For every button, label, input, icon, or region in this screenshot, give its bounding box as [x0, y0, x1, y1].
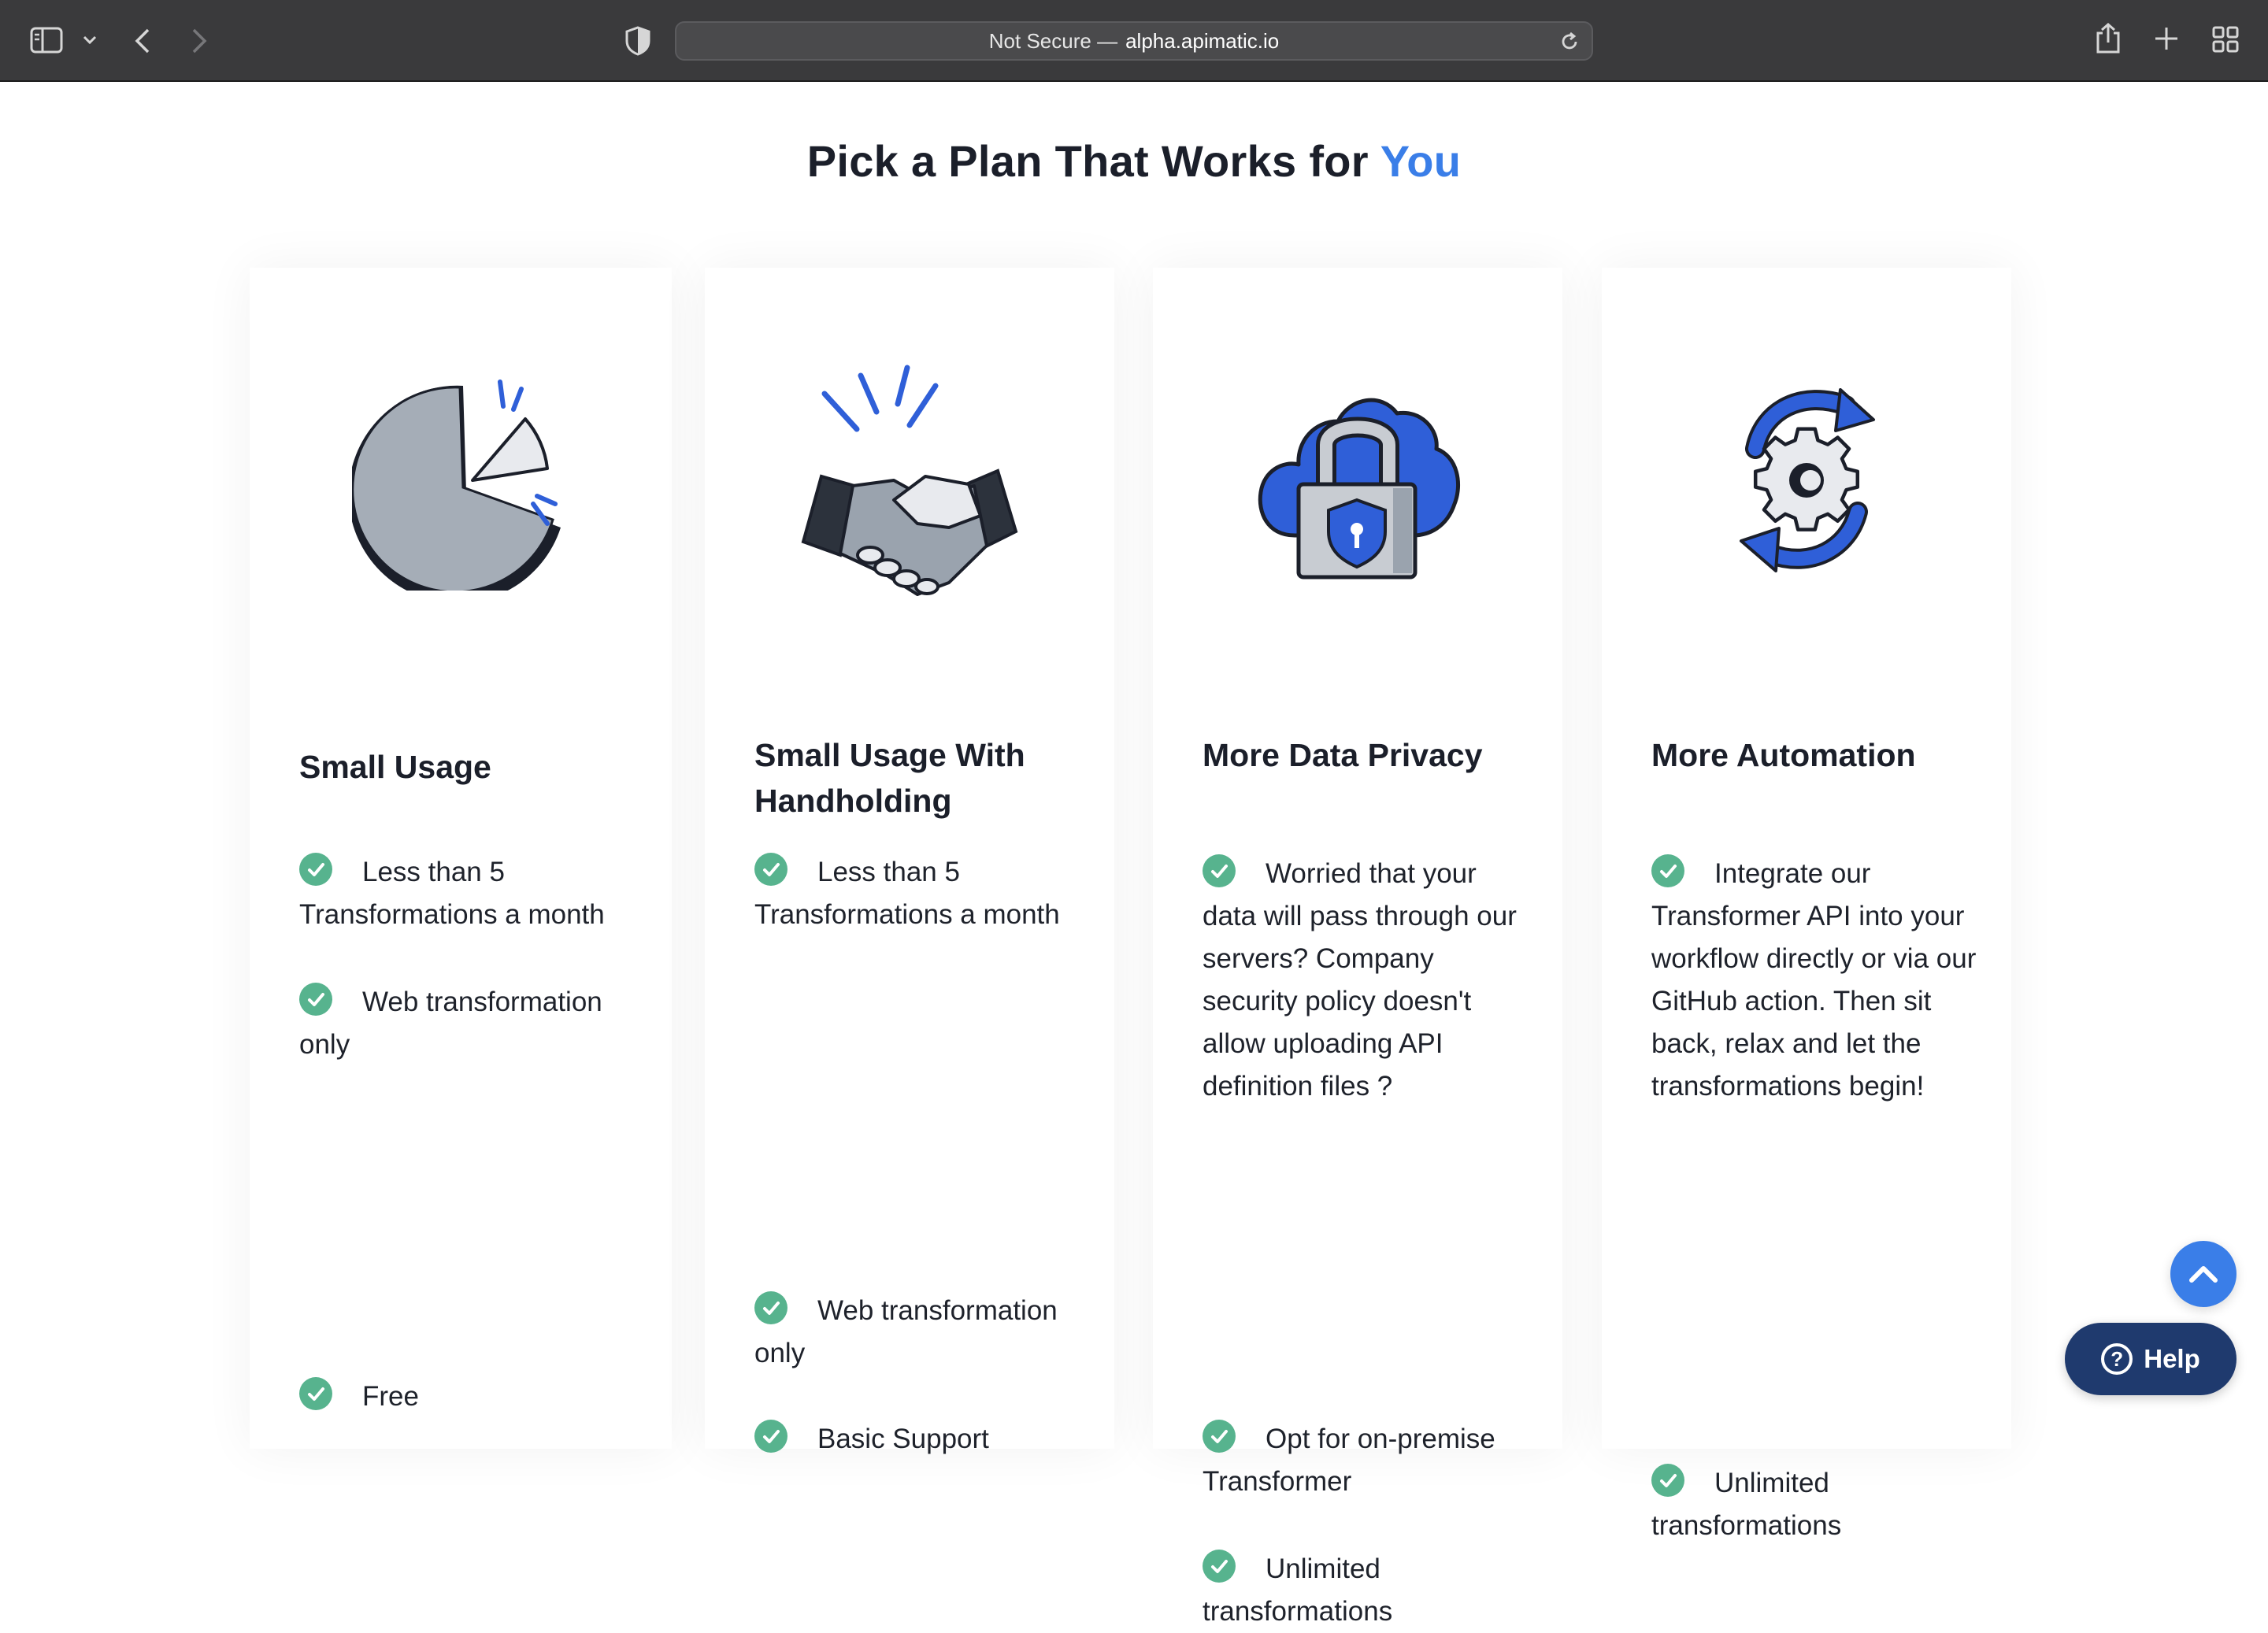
- tab-overview-icon[interactable]: [2211, 25, 2240, 54]
- feature-item: Less than 5 Transformations a month: [299, 851, 646, 936]
- check-icon: [1203, 1420, 1236, 1453]
- back-arrow-icon[interactable]: [132, 27, 153, 55]
- feature-text: Less than 5 Transformations a month: [754, 857, 1060, 930]
- check-icon: [1203, 1550, 1236, 1583]
- pie-chart-icon: [348, 378, 580, 603]
- plan-card-data-privacy: More Data Privacy Worried that your data…: [1153, 268, 1562, 1627]
- sidebar-toggle-icon[interactable]: [30, 26, 63, 54]
- check-icon: [754, 1291, 788, 1324]
- feature-item: Web transformation only: [299, 981, 646, 1066]
- feature-item: Web transformation only: [754, 1290, 1069, 1375]
- feature-text: Worried that your data will pass through…: [1203, 858, 1517, 1102]
- check-icon: [299, 853, 332, 886]
- feature-text: Less than 5 Transformations a month: [299, 857, 605, 930]
- shield-icon[interactable]: [624, 25, 652, 57]
- page-title: Pick a Plan That Works for You: [0, 135, 2268, 187]
- gear-sync-icon: [1708, 374, 1905, 591]
- browser-toolbar: Not Secure — alpha.apimatic.io: [0, 0, 2268, 82]
- page-title-main: Pick a Plan That Works for: [806, 136, 1369, 186]
- feature-item: Basic Support: [754, 1418, 1069, 1461]
- plan-card-automation: More Automation Integrate our Transforme…: [1602, 268, 2011, 1541]
- page-title-accent: You: [1380, 136, 1462, 186]
- feature-text: Free: [362, 1381, 419, 1412]
- plan-card-small-usage: Small Usage Less than 5 Transformations …: [250, 268, 672, 1449]
- address-host: alpha.apimatic.io: [1125, 28, 1280, 53]
- check-icon: [299, 983, 332, 1016]
- plan-heading: More Data Privacy: [1203, 737, 1483, 773]
- reload-icon[interactable]: [1558, 31, 1581, 57]
- feature-text: Basic Support: [817, 1424, 989, 1454]
- feature-item: Unlimited transformations: [1651, 1462, 1966, 1547]
- plan-card-handholding: Small Usage With Handholding Less than 5…: [705, 268, 1114, 1454]
- plan-heading: Small Usage With Handholding: [754, 737, 1025, 819]
- feature-text: Web transformation only: [299, 987, 602, 1060]
- check-icon: [754, 1420, 788, 1453]
- check-icon: [1651, 1464, 1684, 1497]
- plan-heading: More Automation: [1651, 737, 1916, 773]
- check-icon: [754, 853, 788, 886]
- feature-text: Integrate our Transformer API into your …: [1651, 858, 1977, 1102]
- address-bar[interactable]: Not Secure — alpha.apimatic.io: [675, 21, 1593, 61]
- handshake-icon: [791, 358, 1028, 606]
- help-button[interactable]: ? Help: [2065, 1323, 2236, 1395]
- feature-item: Opt for on-premise Transformer: [1203, 1418, 1533, 1503]
- feature-text: Web transformation only: [754, 1295, 1058, 1368]
- feature-item: Less than 5 Transformations a month: [754, 851, 1069, 936]
- new-tab-icon[interactable]: [2153, 25, 2180, 52]
- plan-heading: Small Usage: [299, 749, 491, 785]
- feature-item: Integrate our Transformer API into your …: [1651, 853, 1982, 1108]
- feature-item: Worried that your data will pass through…: [1203, 853, 1518, 1108]
- scroll-to-top-button[interactable]: [2170, 1241, 2236, 1307]
- chevron-up-icon: [2189, 1266, 2218, 1283]
- check-icon: [1651, 854, 1684, 887]
- feature-text: Opt for on-premise Transformer: [1203, 1424, 1495, 1497]
- feature-item: Free: [299, 1376, 646, 1418]
- security-status: Not Secure —: [988, 28, 1118, 53]
- check-icon: [1203, 854, 1236, 887]
- check-icon: [299, 1377, 332, 1410]
- feature-item: Unlimited transformations: [1203, 1548, 1518, 1633]
- chevron-down-icon[interactable]: [82, 35, 98, 46]
- share-icon[interactable]: [2095, 22, 2122, 55]
- help-label: Help: [2144, 1344, 2200, 1373]
- question-icon: ?: [2101, 1343, 2133, 1375]
- cloud-lock-icon: [1251, 378, 1464, 587]
- forward-arrow-icon[interactable]: [189, 27, 209, 55]
